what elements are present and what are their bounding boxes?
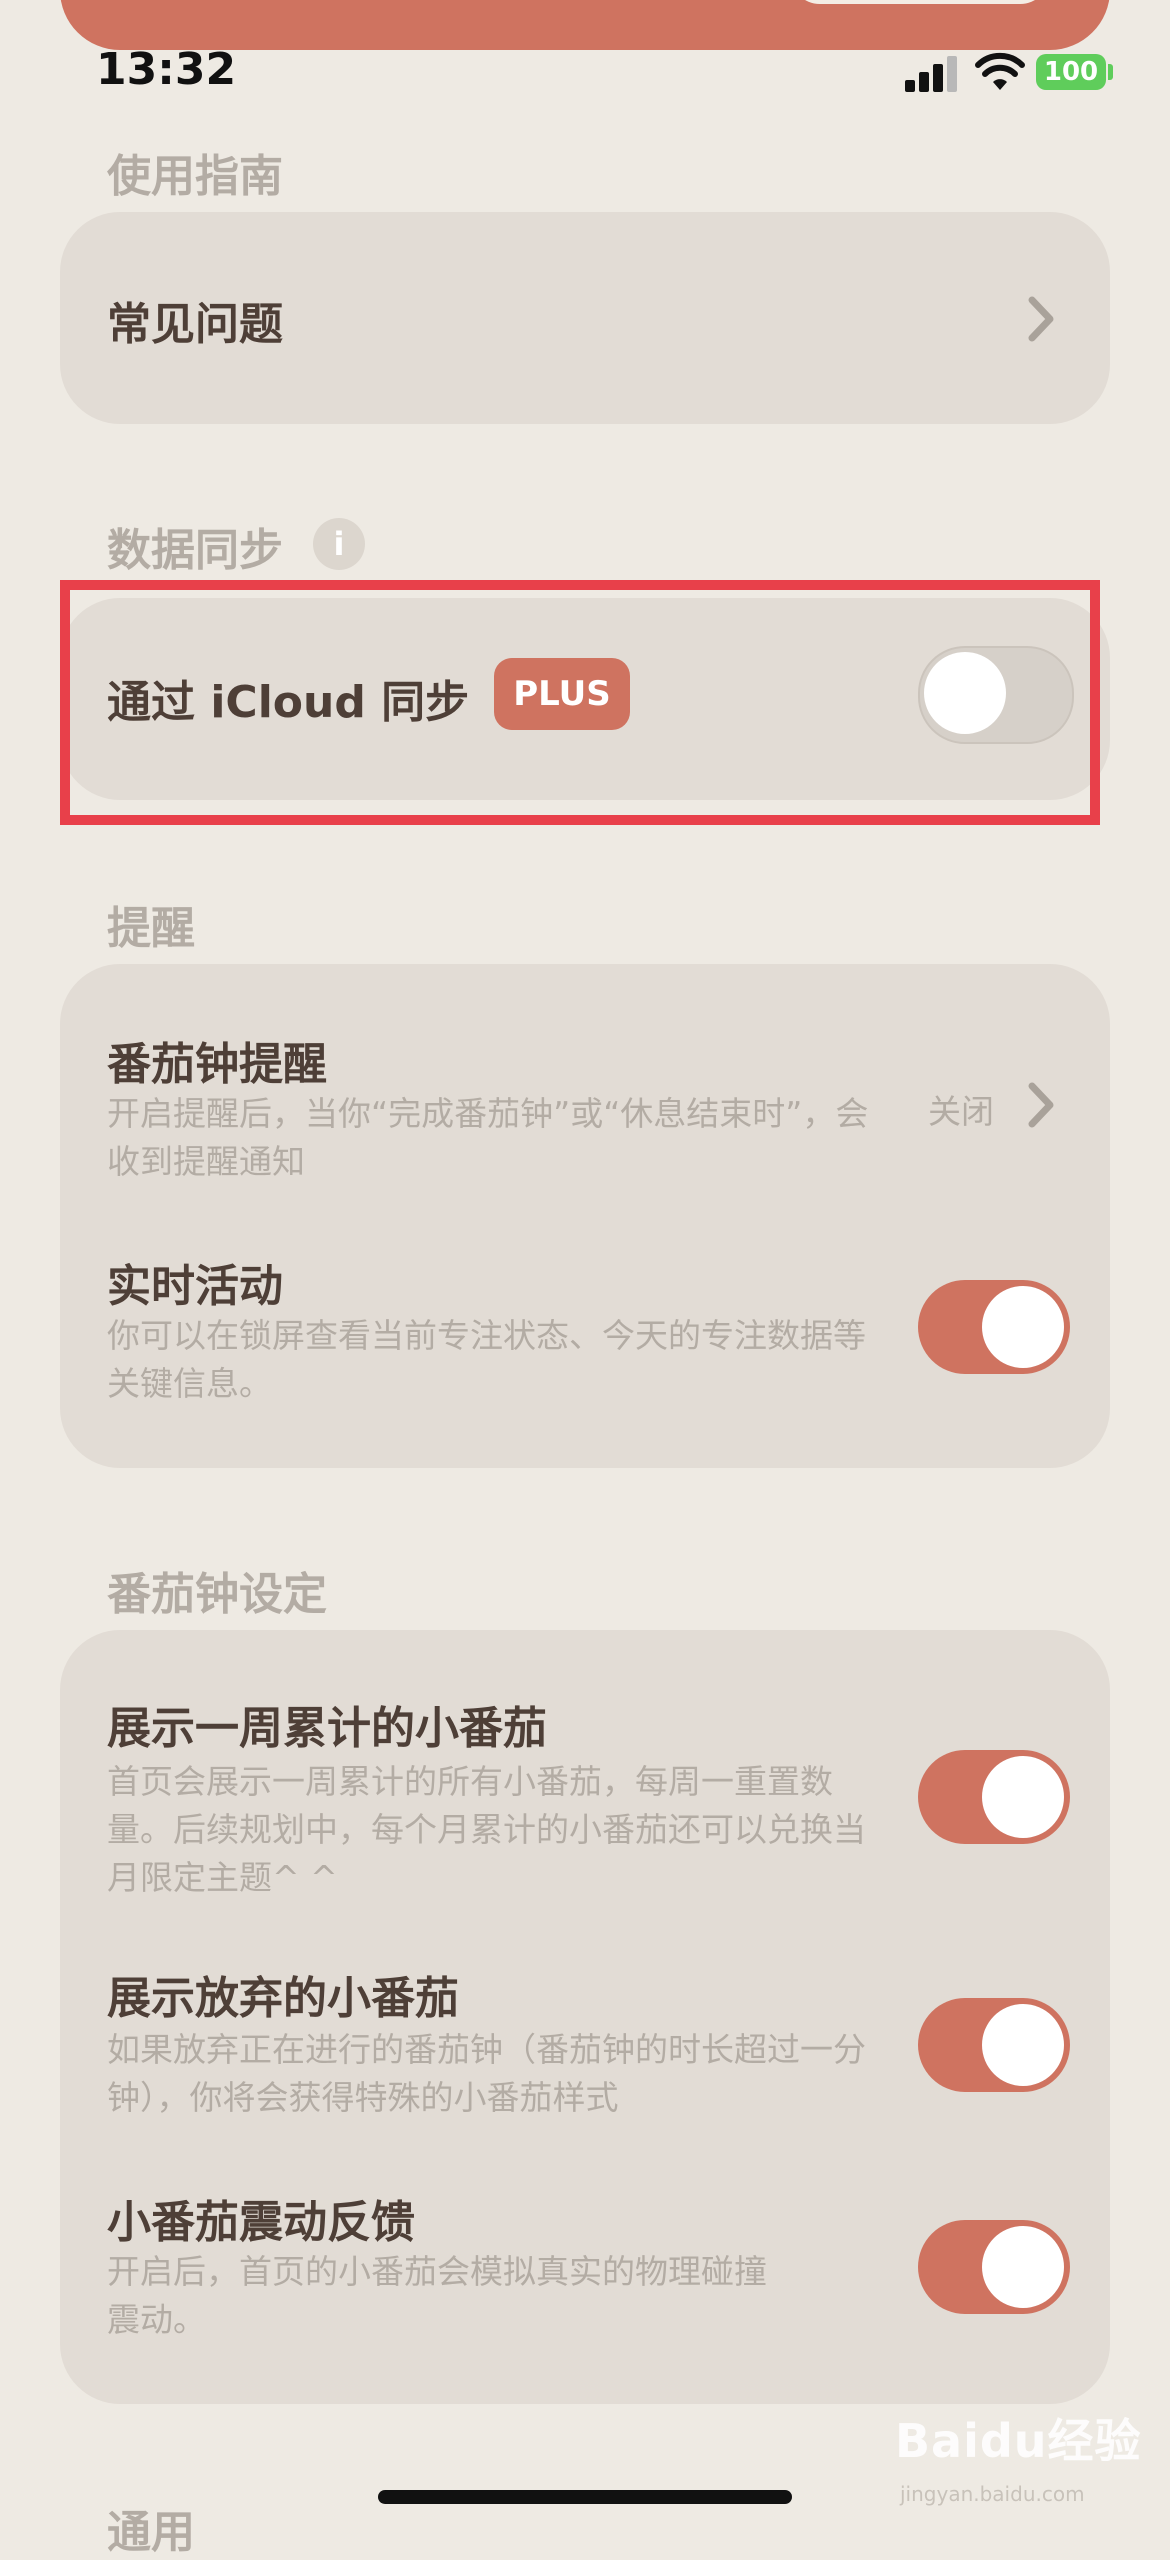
section-title-pomodoro-settings: 番茄钟设定 — [107, 1569, 327, 1620]
weekly-tomatoes-toggle[interactable] — [918, 1750, 1070, 1844]
section-title-general: 通用 — [107, 2507, 195, 2558]
live-activity-toggle[interactable] — [918, 1280, 1070, 1374]
signal-icon — [905, 52, 961, 92]
pomodoro-reminder-title[interactable]: 番茄钟提醒 — [107, 1028, 327, 1092]
top-banner — [60, 0, 1110, 50]
battery-icon: 100 — [1036, 54, 1106, 90]
highlight-frame — [60, 580, 1100, 825]
wifi-icon — [975, 52, 1025, 90]
abandoned-tomatoes-title: 展示放弃的小番茄 — [107, 1973, 459, 2024]
top-banner-pill — [790, 0, 1050, 4]
pomodoro-reminder-value[interactable]: 关闭 — [928, 1085, 994, 1133]
abandoned-tomatoes-toggle[interactable] — [918, 1998, 1070, 2092]
haptics-title: 小番茄震动反馈 — [107, 2197, 415, 2248]
status-time: 13:32 — [96, 44, 237, 95]
pomodoro-reminder-desc: 开启提醒后，当你“完成番茄钟”或“休息结束时”，会收到提醒通知 — [107, 1094, 869, 1181]
faq-label: 常见问题 — [107, 299, 283, 350]
live-activity-desc: 你可以在锁屏查看当前专注状态、今天的专注数据等关键信息。 — [107, 1316, 866, 1403]
weekly-tomatoes-title: 展示一周累计的小番茄 — [107, 1703, 547, 1754]
weekly-tomatoes-desc: 首页会展示一周累计的所有小番茄，每周一重置数量。后续规划中，每个月累计的小番茄还… — [107, 1762, 866, 1897]
haptics-toggle[interactable] — [918, 2220, 1070, 2314]
live-activity-title: 实时活动 — [107, 1261, 283, 1312]
section-title-sync: 数据同步 — [107, 525, 283, 576]
info-icon[interactable]: i — [313, 518, 365, 570]
section-title-reminder: 提醒 — [107, 903, 195, 954]
chevron-right-icon — [1028, 296, 1054, 342]
battery-tip — [1108, 64, 1113, 80]
watermark-url: jingyan.baidu.com — [900, 2482, 1085, 2506]
abandoned-tomatoes-desc: 如果放弃正在进行的番茄钟（番茄钟的时长超过一分钟），你将会获得特殊的小番茄样式 — [107, 2030, 866, 2117]
watermark-logo: Baidu经验 — [895, 2414, 1142, 2468]
chevron-right-icon[interactable] — [1024, 1080, 1058, 1130]
haptics-desc: 开启后，首页的小番茄会模拟真实的物理碰撞震动。 — [107, 2252, 767, 2339]
home-indicator — [378, 2490, 792, 2504]
section-title-guide: 使用指南 — [107, 151, 283, 202]
